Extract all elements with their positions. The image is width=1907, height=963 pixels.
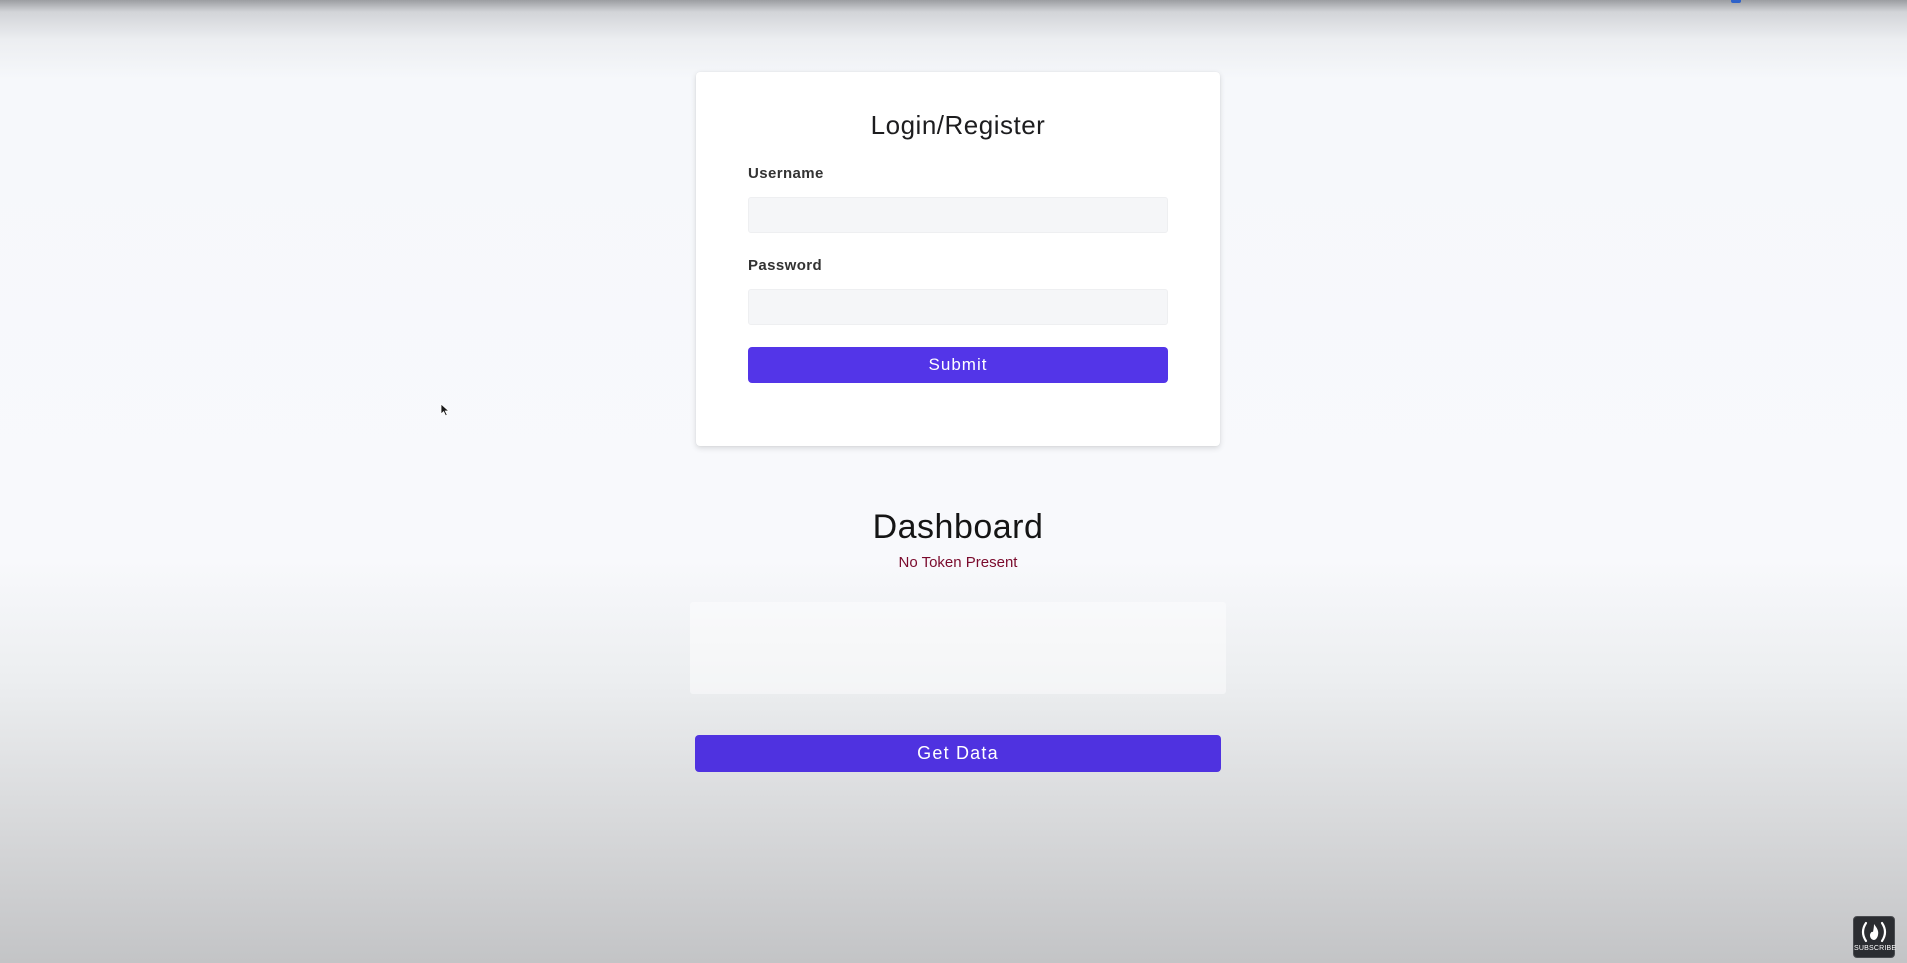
password-input[interactable] bbox=[748, 289, 1168, 325]
get-data-button[interactable]: Get Data bbox=[695, 735, 1221, 772]
dashboard-title: Dashboard bbox=[872, 508, 1044, 546]
login-card-title: Login/Register bbox=[870, 110, 1046, 140]
login-register-card: Login/Register Username Password Submit bbox=[696, 72, 1220, 446]
mouse-pointer-icon bbox=[440, 403, 450, 417]
password-label: Password bbox=[748, 257, 823, 274]
window-corner-indicator bbox=[1731, 0, 1741, 3]
submit-button[interactable]: Submit bbox=[748, 347, 1168, 383]
username-input[interactable] bbox=[748, 197, 1168, 233]
subscribe-label: SUBSCRIBE bbox=[1854, 945, 1897, 952]
subscribe-badge[interactable]: SUBSCRIBE bbox=[1853, 916, 1897, 958]
username-label: Username bbox=[748, 165, 824, 182]
freecodecamp-logo-icon bbox=[1861, 921, 1887, 943]
data-output-area bbox=[690, 602, 1226, 694]
token-status-text: No Token Present bbox=[898, 554, 1018, 571]
